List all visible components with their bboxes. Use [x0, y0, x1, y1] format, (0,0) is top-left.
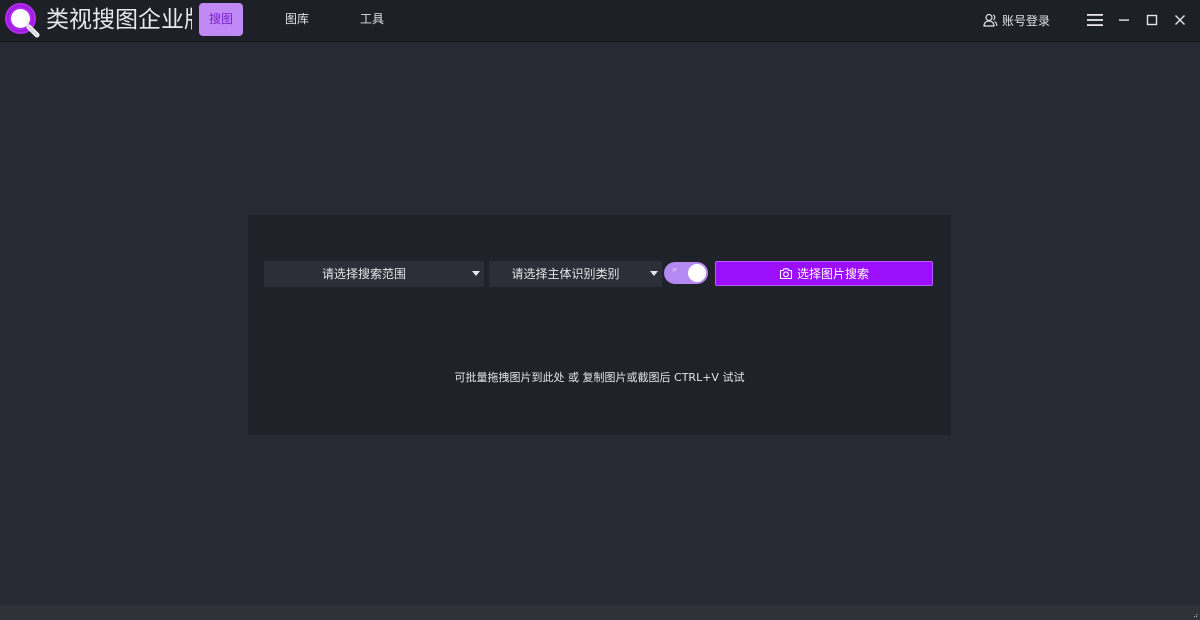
close-button[interactable] — [1168, 8, 1192, 32]
camera-icon — [779, 268, 793, 280]
category-select[interactable]: 请选择主体识别类别 — [489, 261, 662, 287]
title-bar: 类视搜图企业版 搜图 图库 工具 账号登录 — [0, 0, 1200, 42]
drop-hint: 可批量拖拽图片到此处 或 复制图片或截图后 CTRL+V 试试 — [454, 371, 745, 384]
tab-gallery[interactable]: 图库 — [275, 3, 319, 36]
user-icon — [983, 13, 998, 27]
search-scope-label: 请选择搜索范围 — [321, 267, 406, 281]
toggle-knob — [688, 264, 706, 282]
search-drop-panel[interactable]: 请选择搜索范围 请选择主体识别类别 〃 选择图片搜索 可批量拖拽图片到此处 或 … — [248, 215, 951, 435]
menu-button[interactable] — [1083, 8, 1107, 32]
category-label: 请选择主体识别类别 — [511, 267, 620, 281]
select-image-search-label: 选择图片搜索 — [796, 267, 869, 281]
login-label: 账号登录 — [1002, 13, 1051, 28]
menu-icon — [1087, 14, 1103, 26]
app-title: 类视搜图企业版 — [46, 7, 192, 33]
minimize-button[interactable] — [1112, 8, 1136, 32]
select-image-search-button[interactable]: 选择图片搜索 — [715, 261, 933, 286]
close-icon — [1175, 15, 1185, 25]
tab-tools[interactable]: 工具 — [350, 3, 394, 36]
login-button[interactable]: 账号登录 — [982, 8, 1050, 32]
magnifier-logo-icon — [5, 3, 40, 38]
status-bar — [0, 605, 1200, 620]
maximize-icon — [1146, 14, 1158, 26]
toggle-mark: 〃 — [671, 266, 678, 274]
maximize-button[interactable] — [1140, 8, 1164, 32]
minimize-icon — [1119, 19, 1129, 21]
chevron-down-icon — [650, 271, 658, 276]
search-scope-select[interactable]: 请选择搜索范围 — [264, 261, 484, 287]
resize-grip-icon[interactable] — [1192, 612, 1198, 618]
tab-search[interactable]: 搜图 — [199, 3, 243, 36]
toggle-switch[interactable]: 〃 — [664, 262, 708, 284]
chevron-down-icon — [472, 271, 480, 276]
